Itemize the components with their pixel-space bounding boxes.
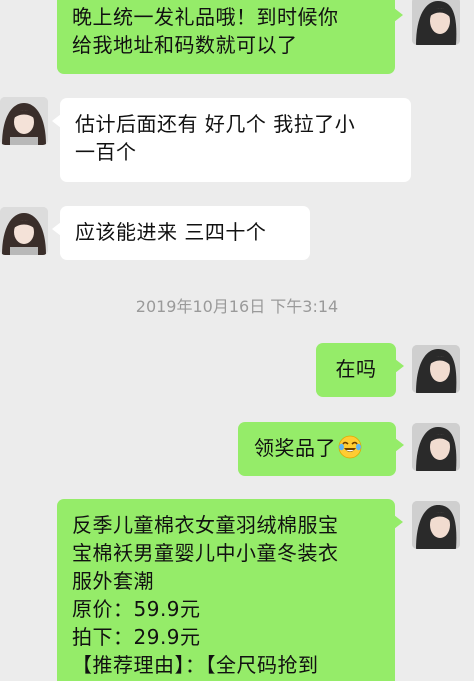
- message-text: 领奖品了: [254, 436, 336, 460]
- message-bubble-incoming[interactable]: 估计后面还有 好几个 我拉了小 一百个: [52, 98, 411, 182]
- message-bubble-outgoing[interactable]: 反季儿童棉衣女童羽绒棉服宝 宝棉袄男童婴儿中小童冬装衣 服外套潮 原价：59.9…: [57, 499, 403, 681]
- avatar-photo-icon: [412, 0, 460, 45]
- message-bubble-incoming[interactable]: 应该能进来 三四十个: [52, 206, 310, 260]
- sender-avatar[interactable]: [412, 501, 460, 549]
- message-line: 在吗: [335, 357, 377, 381]
- avatar-photo-icon: [412, 345, 460, 393]
- message-line: 拍下：29.9元: [72, 625, 201, 649]
- sender-avatar[interactable]: [412, 345, 460, 393]
- avatar-photo-icon: [412, 423, 460, 471]
- contact-avatar[interactable]: [0, 207, 48, 255]
- message-bubble-outgoing[interactable]: 晚上统一发礼品哦！到时候你 给我地址和码数就可以了: [57, 0, 403, 74]
- message-line: 应该能进来 三四十个: [75, 220, 267, 244]
- message-line: 估计后面还有 好几个 我拉了小: [75, 112, 356, 136]
- chat-view: 晚上统一发礼品哦！到时候你 给我地址和码数就可以了 估计后面还有 好几个 我拉了…: [0, 0, 474, 681]
- avatar-photo-icon: [412, 501, 460, 549]
- message-bubble-outgoing[interactable]: 在吗: [316, 343, 404, 397]
- message-line: 【推荐理由】：【全尺码抢到: [72, 653, 319, 677]
- avatar-photo-icon: [0, 97, 48, 145]
- tears-of-joy-emoji-icon: [338, 435, 362, 466]
- message-line: 原价：59.9元: [72, 597, 201, 621]
- chat-timestamp: 2019年10月16日 下午3:14: [135, 297, 339, 316]
- message-line: 晚上统一发礼品哦！到时候你: [72, 5, 339, 29]
- message-line: 一百个: [75, 140, 137, 164]
- sender-avatar[interactable]: [412, 423, 460, 471]
- avatar-photo-icon: [0, 207, 48, 255]
- message-bubble-outgoing[interactable]: 领奖品了: [238, 422, 404, 476]
- sender-avatar[interactable]: [412, 0, 460, 45]
- message-line: 给我地址和码数就可以了: [72, 33, 298, 57]
- message-line: 反季儿童棉衣女童羽绒棉服宝: [72, 513, 339, 537]
- message-line: 宝棉袄男童婴儿中小童冬装衣: [72, 541, 339, 565]
- message-line: 服外套潮: [72, 569, 154, 593]
- message-line: 领奖品了: [254, 434, 381, 466]
- contact-avatar[interactable]: [0, 97, 48, 145]
